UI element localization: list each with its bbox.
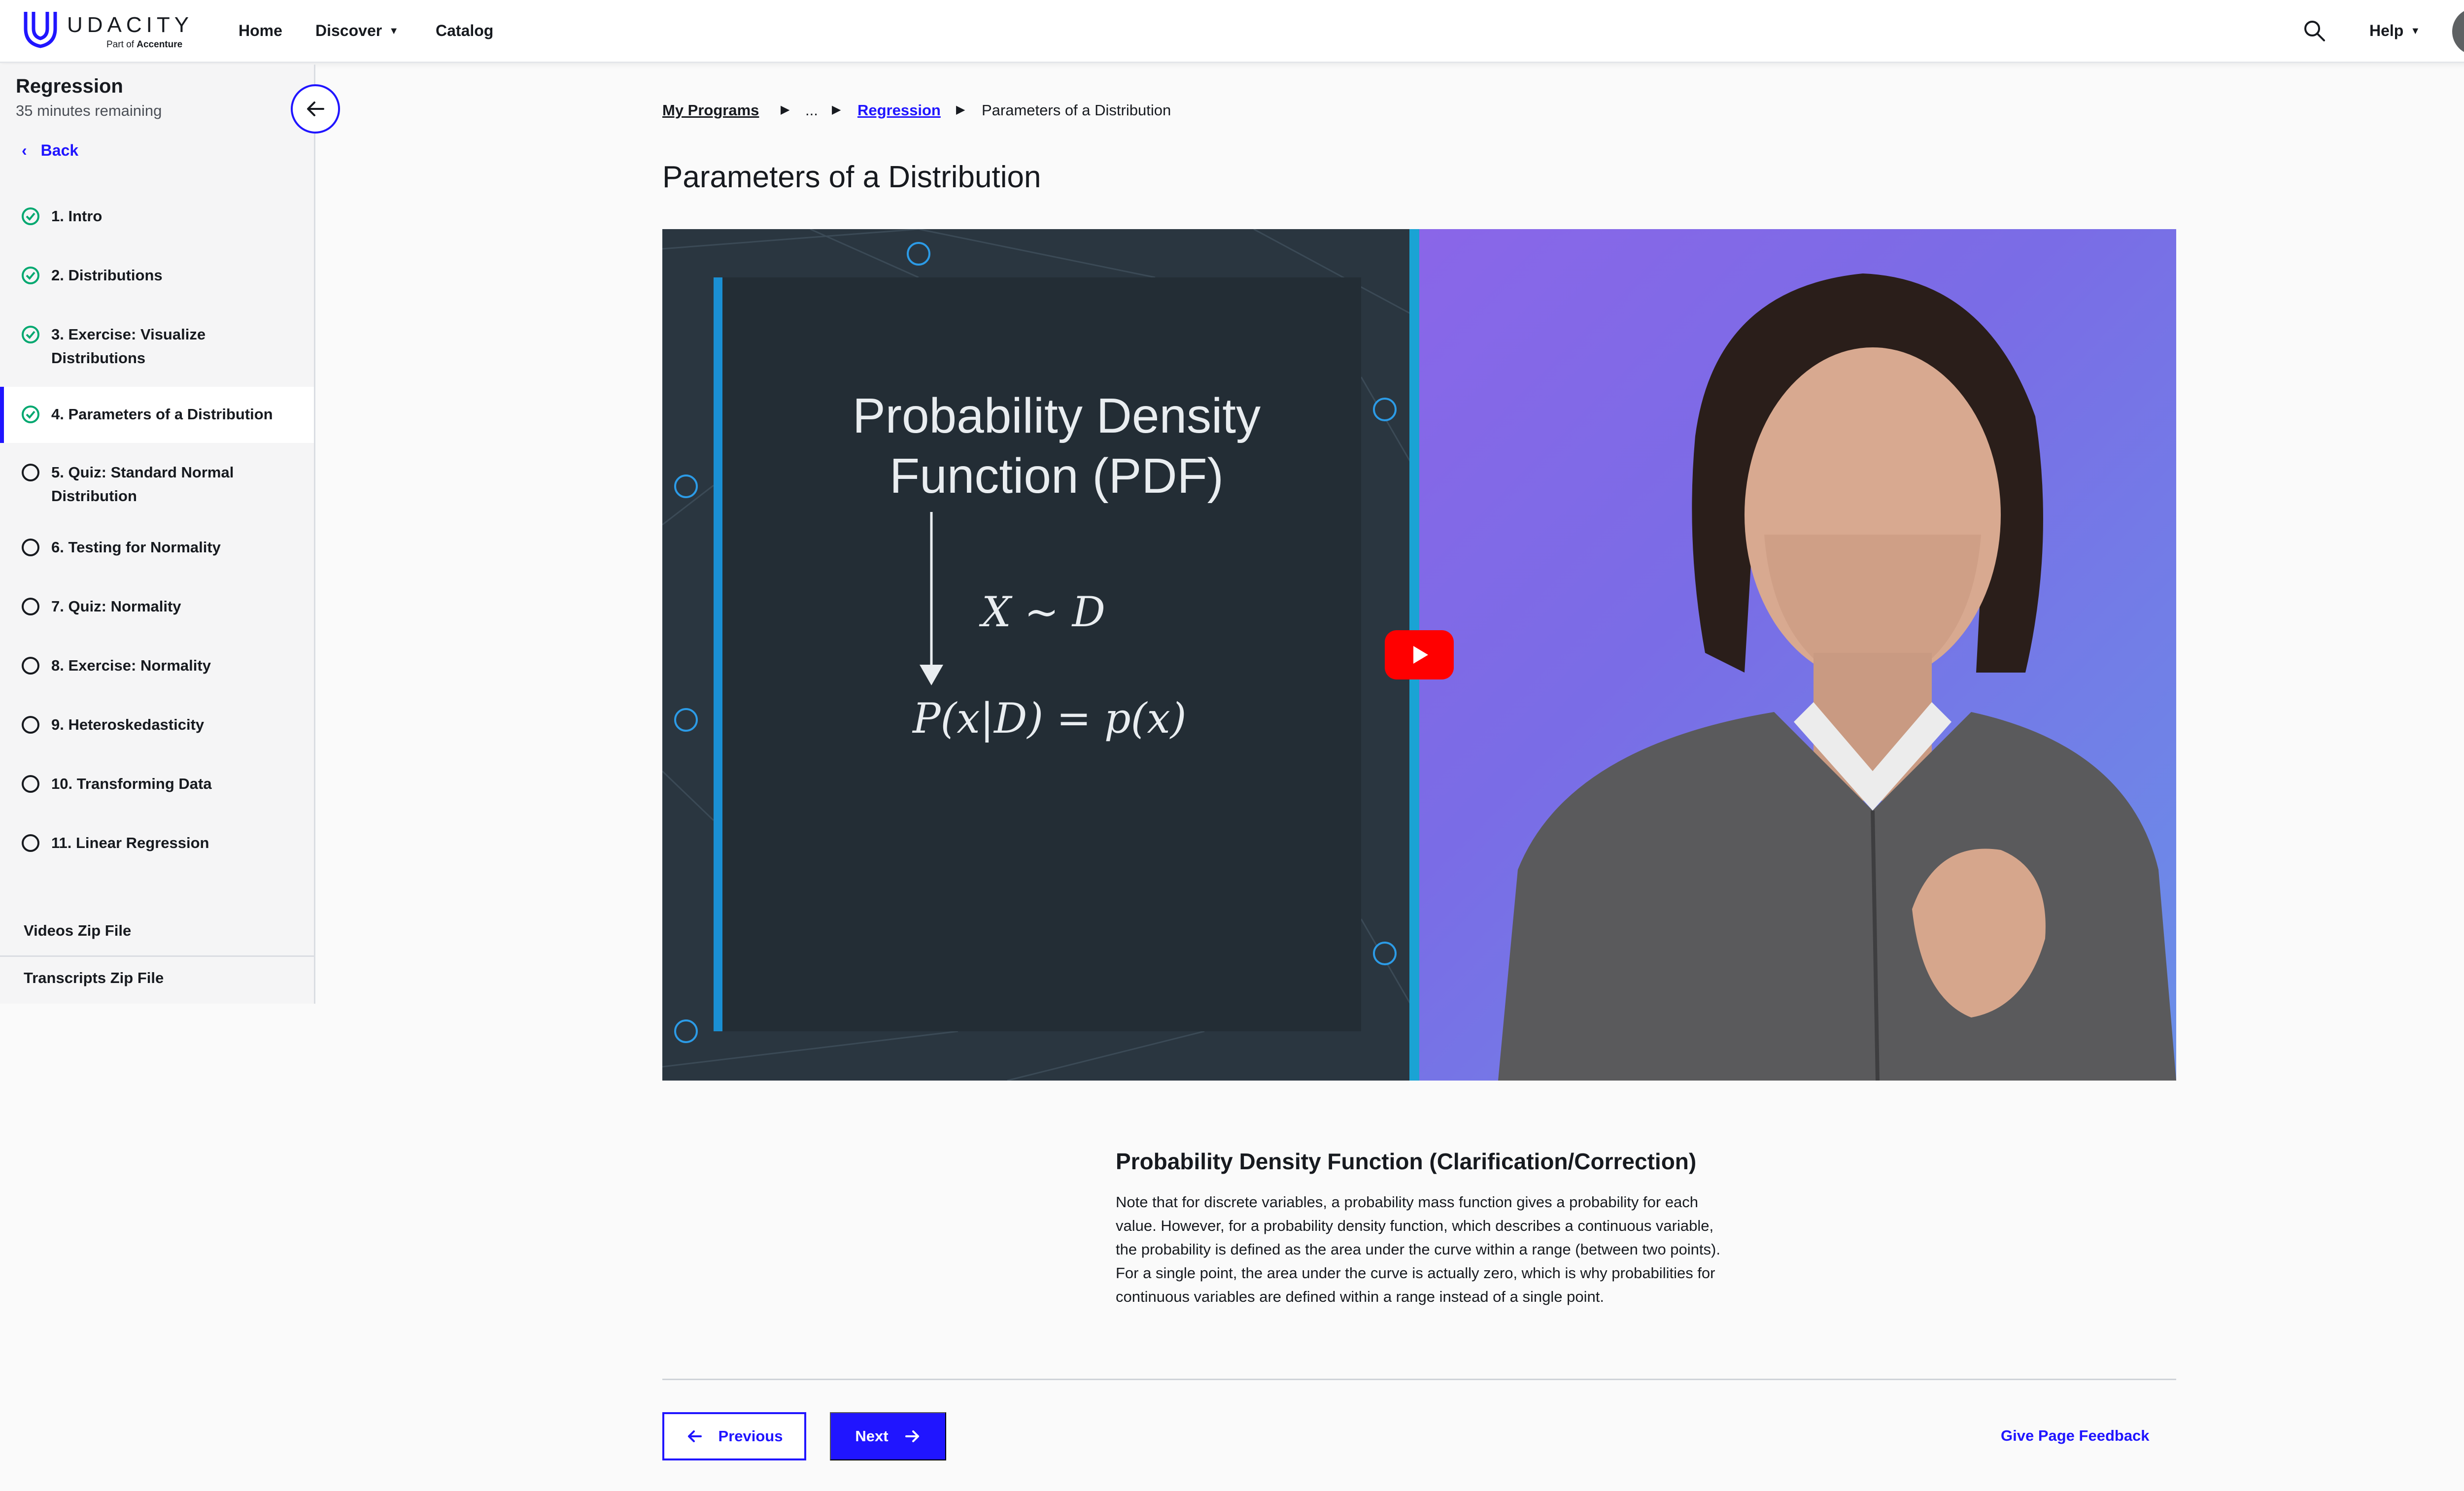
slide-title: Probability Density Function (PDF) (852, 388, 1261, 504)
lesson-item-2[interactable]: 2. Distributions (0, 253, 314, 300)
presenter-image (1498, 273, 2176, 1081)
back-link[interactable]: ‹ Back (22, 141, 78, 160)
sidebar-divider (0, 955, 314, 957)
lesson-item-11[interactable]: 11. Linear Regression (0, 820, 314, 868)
video-player[interactable]: Probability Density Function (PDF) X ~ D… (662, 229, 2176, 1081)
nav-discover[interactable]: Discover ▼ (315, 22, 399, 40)
breadcrumb-separator-icon: ▶ (956, 103, 965, 116)
lesson-item-3[interactable]: 3. Exercise: Visualize Distributions (0, 312, 314, 376)
lesson-label: 11. Linear Regression (51, 834, 209, 851)
lesson-item-7[interactable]: 7. Quiz: Normality (0, 584, 314, 631)
arrow-down-icon (920, 512, 943, 685)
check-circle-icon (22, 207, 39, 225)
caret-down-icon: ▼ (2410, 26, 2421, 36)
breadcrumb-current: Parameters of a Distribution (982, 102, 1171, 119)
time-remaining: 35 minutes remaining (16, 102, 162, 119)
lesson-label: 4. Parameters of a Distribution (51, 406, 273, 423)
formula-pdf: P(x|D) = p(x) (913, 694, 1187, 743)
empty-circle-icon (22, 598, 39, 615)
lesson-label: 2. Distributions (51, 267, 163, 284)
udacity-shield-icon (24, 12, 57, 48)
play-icon (1413, 646, 1428, 664)
empty-circle-icon (22, 539, 39, 556)
transcripts-zip-link[interactable]: Transcripts Zip File (24, 969, 164, 987)
arrow-left-icon (687, 1430, 702, 1442)
user-avatar[interactable]: HC (2452, 8, 2464, 55)
formula-distribution: X ~ D (982, 588, 1105, 636)
empty-circle-icon (22, 834, 39, 852)
article-body: Note that for discrete variables, a prob… (1116, 1193, 1720, 1305)
lesson-label: 5. Quiz: Standard Normal Distribution (51, 464, 234, 505)
page-title: Parameters of a Distribution (662, 160, 1041, 194)
empty-circle-icon (22, 716, 39, 734)
lesson-label: 10. Transforming Data (51, 775, 212, 792)
previous-label: Previous (718, 1427, 783, 1445)
lesson-sidebar: Regression 35 minutes remaining ‹ Back 1.… (0, 65, 315, 1004)
lesson-label: 3. Exercise: Visualize Distributions (51, 326, 206, 367)
breadcrumb-regression[interactable]: Regression (857, 102, 941, 119)
next-label: Next (855, 1427, 889, 1445)
chevron-left-icon: ‹ (22, 141, 27, 159)
play-button[interactable] (1385, 630, 1454, 679)
lesson-item-6[interactable]: 6. Testing for Normality (0, 525, 314, 572)
top-navbar: UDACITY Part of Accenture Home Discover ▼… (0, 0, 2464, 63)
next-button[interactable]: Next (830, 1412, 946, 1460)
course-title: Regression (16, 75, 123, 97)
nav-catalog[interactable]: Catalog (436, 22, 493, 40)
breadcrumb-separator-icon: ▶ (781, 103, 790, 116)
lesson-label: 8. Exercise: Normality (51, 657, 211, 674)
lesson-item-10[interactable]: 10. Transforming Data (0, 761, 314, 809)
search-icon[interactable] (2302, 19, 2326, 42)
empty-circle-icon (22, 775, 39, 793)
collapse-sidebar-button[interactable] (291, 84, 340, 134)
give-feedback-link[interactable]: Give Page Feedback (2001, 1427, 2150, 1445)
breadcrumb-my-programs[interactable]: My Programs (662, 102, 759, 119)
lesson-item-8[interactable]: 8. Exercise: Normality (0, 643, 314, 690)
caret-down-icon: ▼ (389, 26, 399, 36)
check-circle-icon (22, 326, 39, 343)
videos-zip-link[interactable]: Videos Zip File (24, 922, 131, 940)
previous-button[interactable]: Previous (662, 1412, 806, 1460)
empty-circle-icon (22, 657, 39, 675)
lesson-item-1[interactable]: 1. Intro (0, 194, 314, 241)
lesson-item-5[interactable]: 5. Quiz: Standard Normal Distribution (0, 450, 314, 514)
content-divider (662, 1379, 2176, 1380)
article-title: Probability Density Function (Clarificat… (1116, 1149, 1697, 1174)
brand-sub: Part of Accenture (106, 39, 183, 50)
lesson-label: 6. Testing for Normality (51, 539, 221, 556)
arrow-right-icon (905, 1430, 919, 1442)
nav-home[interactable]: Home (239, 22, 282, 40)
lesson-label: 1. Intro (51, 207, 103, 225)
lesson-item-4[interactable]: 4. Parameters of a Distribution (0, 387, 314, 443)
lesson-item-9[interactable]: 9. Heteroskedasticity (0, 702, 314, 749)
arrow-left-icon (307, 102, 324, 116)
slide-accent-bar (714, 277, 722, 1031)
presenter-video-feed (1419, 229, 2176, 1081)
udacity-logo[interactable]: UDACITY Part of Accenture (22, 9, 199, 53)
lesson-label: 9. Heteroskedasticity (51, 716, 205, 733)
nav-help[interactable]: Help ▼ (2369, 22, 2420, 40)
lesson-label: 7. Quiz: Normality (51, 598, 181, 615)
brand-name: UDACITY (67, 13, 194, 37)
check-circle-icon (22, 406, 39, 423)
check-circle-icon (22, 267, 39, 284)
empty-circle-icon (22, 464, 39, 481)
breadcrumb-ellipsis[interactable]: ... (805, 102, 818, 119)
breadcrumb-separator-icon: ▶ (832, 103, 841, 116)
